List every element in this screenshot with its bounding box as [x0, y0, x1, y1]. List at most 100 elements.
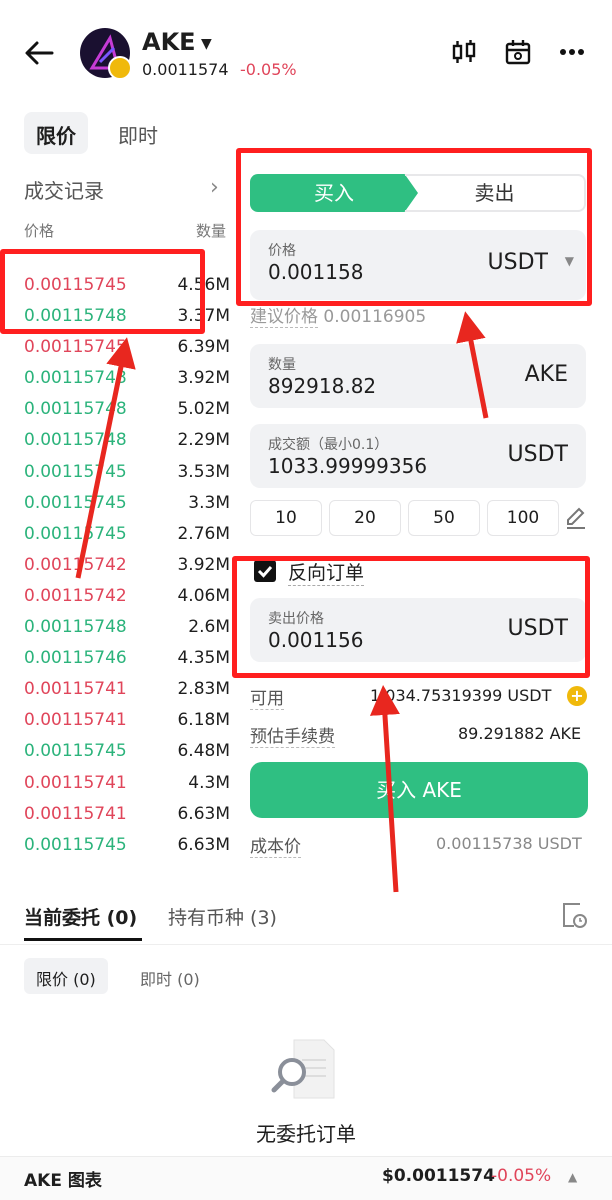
tab-market[interactable]: 即时	[106, 112, 170, 154]
tab-limit[interactable]: 限价	[24, 112, 88, 154]
trade-row[interactable]: 0.00115745 6.63M	[24, 830, 230, 861]
trade-price: 0.00115741	[24, 772, 127, 793]
trade-row[interactable]: 0.00115745 3.3M	[24, 488, 230, 519]
quantity-field[interactable]: 数量 892918.82 AKE	[250, 344, 586, 408]
trade-row[interactable]: 0.00115741 2.83M	[24, 674, 230, 705]
trade-qty: 6.18M	[177, 710, 230, 731]
add-funds-icon[interactable]: +	[567, 686, 587, 706]
trade-qty: 6.63M	[177, 834, 230, 855]
subtab-market[interactable]: 即时 (0)	[128, 958, 212, 994]
trade-row[interactable]: 0.00115745 6.48M	[24, 736, 230, 767]
fee-label: 预估手续费	[250, 722, 335, 748]
annotation-box-buy-price	[236, 148, 592, 306]
trade-price: 0.00115742	[24, 585, 127, 606]
fee-value: 89.291882 AKE	[458, 724, 582, 743]
trade-qty: 6.63M	[177, 803, 230, 824]
calendar-icon[interactable]	[504, 38, 532, 66]
bottom-bar-change: -0.05%	[491, 1166, 552, 1186]
trade-price: 0.00115748	[24, 617, 127, 638]
subtab-limit[interactable]: 限价 (0)	[24, 958, 108, 994]
trade-price: 0.00115741	[24, 679, 127, 700]
buy-submit-button[interactable]: 买入 AKE	[250, 762, 588, 818]
cost-price-value: 0.00115738 USDT	[436, 834, 582, 853]
amount-unit: USDT	[507, 442, 568, 467]
column-header-qty: 数量	[196, 222, 227, 240]
trade-row[interactable]: 0.00115746 4.35M	[24, 643, 230, 674]
trade-row[interactable]: 0.00115748 2.29M	[24, 425, 230, 456]
chevron-up-icon[interactable]: ▲	[568, 1170, 577, 1184]
trades-title[interactable]: 成交记录	[24, 175, 104, 204]
amount-input[interactable]: 1033.99999356	[268, 454, 427, 478]
trade-row[interactable]: 0.00115745 2.76M	[24, 519, 230, 550]
trade-qty: 2.29M	[177, 430, 230, 451]
section-divider	[0, 944, 612, 945]
trade-row[interactable]: 0.00115741 4.3M	[24, 768, 230, 799]
trade-qty: 4.35M	[177, 648, 230, 669]
trade-price: 0.00115748	[24, 430, 127, 451]
trade-qty: 6.48M	[177, 741, 230, 762]
trade-qty: 6.39M	[177, 337, 230, 358]
order-history-icon[interactable]	[560, 900, 588, 930]
trade-qty: 3.3M	[188, 492, 230, 513]
edit-pencil-icon[interactable]	[564, 506, 588, 530]
trade-qty: 2.6M	[188, 617, 230, 638]
annotation-box-reverse-order	[232, 556, 590, 678]
candlestick-chart-icon[interactable]	[450, 38, 478, 66]
suggested-price-value: 0.00116905	[323, 307, 427, 327]
suggested-price-label: 建议价格	[250, 307, 318, 328]
trade-qty: 2.83M	[177, 679, 230, 700]
quantity-input[interactable]: 892918.82	[268, 374, 376, 398]
amount-label: 成交额（最小0.1）	[268, 437, 389, 453]
trade-qty: 3.53M	[177, 461, 230, 482]
trade-row[interactable]: 0.00115742 3.92M	[24, 550, 230, 581]
percent-50-button[interactable]: 50	[408, 500, 480, 536]
percent-20-button[interactable]: 20	[329, 500, 401, 536]
empty-orders-text: 无委托订单	[256, 1122, 356, 1146]
trade-price: 0.00115745	[24, 337, 127, 358]
trade-qty: 4.3M	[188, 772, 230, 793]
trade-price: 0.00115745	[24, 523, 127, 544]
quantity-unit: AKE	[524, 362, 568, 387]
trade-row[interactable]: 0.00115741 6.18M	[24, 705, 230, 736]
price-change: -0.05%	[240, 60, 297, 79]
trade-row[interactable]: 0.00115748 3.92M	[24, 363, 230, 394]
trades-list: 0.00115745 4.56M 0.00115748 3.37M 0.00115745…	[24, 270, 230, 861]
trade-price: 0.00115746	[24, 648, 127, 669]
percent-10-button[interactable]: 10	[250, 500, 322, 536]
trade-row[interactable]: 0.00115748 2.6M	[24, 612, 230, 643]
trade-price: 0.00115742	[24, 554, 127, 575]
cost-price-label: 成本价	[250, 832, 301, 858]
available-label: 可用	[250, 684, 284, 710]
empty-orders-icon	[271, 1039, 335, 1099]
trade-qty: 4.06M	[177, 585, 230, 606]
chain-badge-icon	[108, 56, 132, 80]
column-header-price: 价格	[24, 222, 55, 240]
trade-row[interactable]: 0.00115742 4.06M	[24, 581, 230, 612]
trade-price: 0.00115741	[24, 803, 127, 824]
active-tab-indicator	[24, 938, 142, 941]
back-arrow-icon[interactable]	[22, 36, 56, 70]
tab-open-orders[interactable]: 当前委托 (0)	[24, 903, 137, 930]
trade-row[interactable]: 0.00115741 6.63M	[24, 799, 230, 830]
trade-price: 0.00115745	[24, 834, 127, 855]
more-icon[interactable]	[558, 38, 586, 66]
bottom-bar-title[interactable]: AKE 图表	[24, 1166, 102, 1191]
bottom-bar-price: $0.0011574	[382, 1166, 495, 1186]
pair-name[interactable]: AKE	[142, 28, 196, 56]
trade-price: 0.00115745	[24, 741, 127, 762]
trade-qty: 5.02M	[177, 399, 230, 420]
trade-row[interactable]: 0.00115745 6.39M	[24, 332, 230, 363]
trade-row[interactable]: 0.00115748 5.02M	[24, 394, 230, 425]
percent-100-button[interactable]: 100	[487, 500, 559, 536]
trade-price: 0.00115745	[24, 461, 127, 482]
amount-field[interactable]: 成交额（最小0.1） 1033.99999356 USDT	[250, 424, 586, 488]
trade-row[interactable]: 0.00115745 3.53M	[24, 457, 230, 488]
trade-qty: 2.76M	[177, 523, 230, 544]
annotation-box-trades	[0, 249, 205, 334]
chevron-right-icon[interactable]: ›	[210, 175, 219, 200]
chevron-down-icon[interactable]: ▼	[201, 36, 212, 52]
trade-qty: 3.92M	[177, 368, 230, 389]
trade-price: 0.00115748	[24, 368, 127, 389]
last-price: 0.0011574	[142, 60, 229, 79]
tab-holdings[interactable]: 持有币种 (3)	[168, 903, 277, 930]
